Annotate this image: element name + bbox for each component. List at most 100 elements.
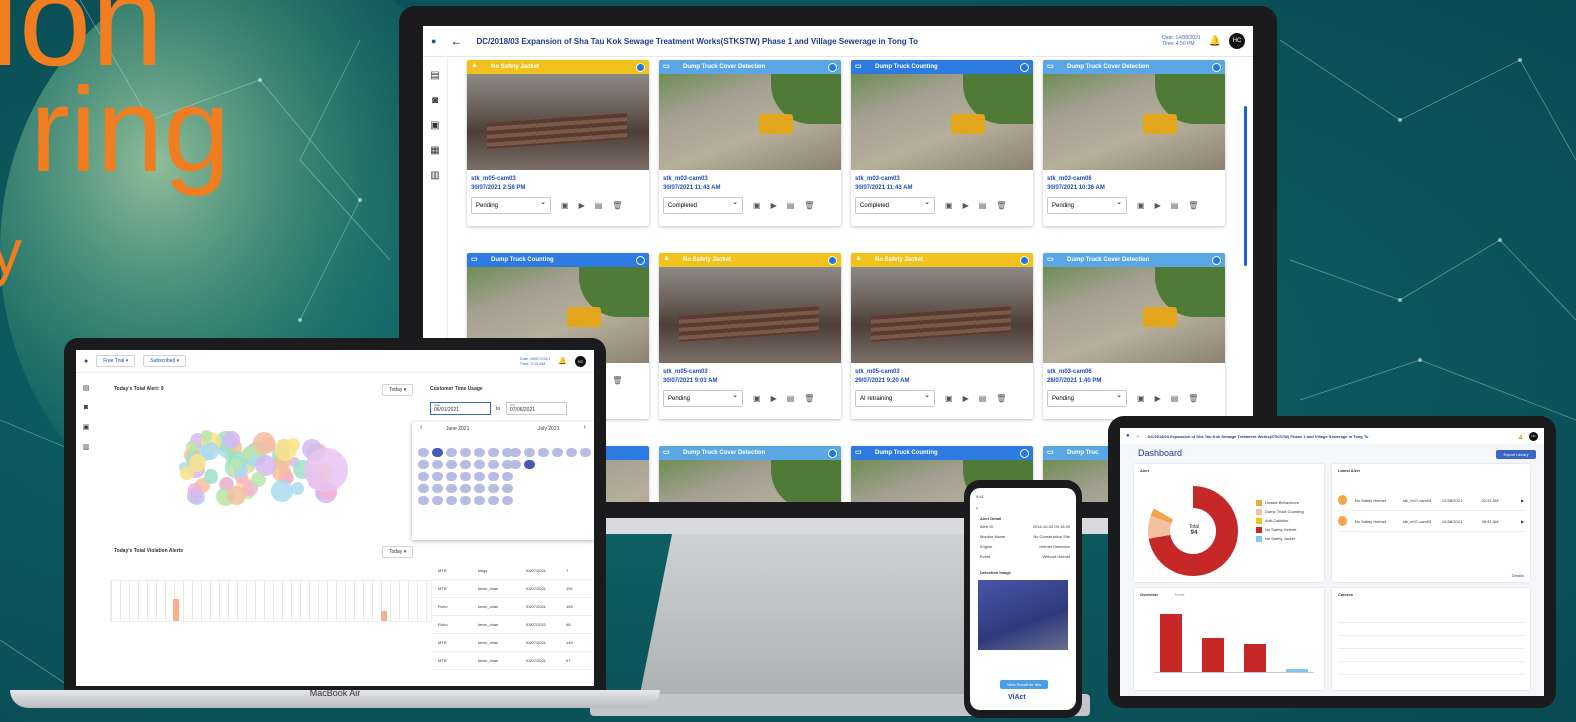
- back-arrow-icon[interactable]: ←: [1136, 433, 1142, 439]
- comment-icon[interactable]: ▤: [787, 201, 795, 210]
- calendar-day[interactable]: [446, 472, 457, 481]
- calendar-day[interactable]: [580, 460, 591, 469]
- date-range-calendar[interactable]: ‹ June 2021 July 2021 ›: [412, 422, 594, 540]
- status-select[interactable]: Pending: [471, 197, 551, 214]
- delete-icon[interactable]: 🗑: [996, 201, 1006, 210]
- calendar-day[interactable]: [524, 496, 535, 505]
- select-radio[interactable]: [1020, 63, 1029, 72]
- table-row[interactable]: Roho kevin_chan 03/07/2021 169: [432, 598, 592, 616]
- select-radio[interactable]: [1020, 449, 1029, 458]
- select-radio[interactable]: [828, 449, 837, 458]
- calendar-day[interactable]: [418, 496, 429, 505]
- chart-icon[interactable]: ▤: [423, 70, 447, 81]
- calendar-day[interactable]: [460, 496, 471, 505]
- overview-tab[interactable]: Overview: [1140, 592, 1158, 597]
- status-select[interactable]: AI retraining: [855, 390, 935, 407]
- table-row[interactable]: Roho kevin_chan 03/07/2021 48: [432, 616, 592, 634]
- bell-icon[interactable]: 🔔: [1209, 36, 1221, 47]
- calendar-day[interactable]: [580, 496, 591, 505]
- calendar-day[interactable]: [488, 496, 499, 505]
- july-days[interactable]: [510, 448, 594, 505]
- bell-icon[interactable]: 🔔: [1518, 434, 1523, 439]
- camera-snapshot[interactable]: [1043, 74, 1225, 170]
- start-date-input[interactable]: Start 06/01/2021: [430, 402, 491, 415]
- latest-alert-row[interactable]: No Safety Helmet stk_m07-cam03 01/08/2021 0…: [1338, 511, 1524, 532]
- camera-row[interactable]: [1338, 623, 1524, 636]
- prev-month-icon[interactable]: ‹: [420, 424, 422, 431]
- calendar-day[interactable]: [552, 460, 563, 469]
- play-icon[interactable]: ▶: [1155, 201, 1161, 210]
- camera-snapshot[interactable]: [1043, 267, 1225, 363]
- select-radio[interactable]: [636, 256, 645, 265]
- subscribed-select[interactable]: Subscribed ▾: [143, 355, 187, 367]
- image-icon[interactable]: ▣: [1137, 201, 1145, 210]
- camera-icon[interactable]: ◙: [423, 95, 447, 106]
- calendar-day[interactable]: [510, 496, 521, 505]
- delete-icon[interactable]: 🗑: [804, 201, 814, 210]
- calendar-day[interactable]: [446, 496, 457, 505]
- status-select[interactable]: Pending: [1047, 197, 1127, 214]
- settings-icon[interactable]: ▣: [76, 423, 96, 431]
- calendar-day[interactable]: [510, 472, 521, 481]
- alert-card[interactable]: ▭ Dump Truck Counting stk_m03-cam03 30/07/2…: [851, 60, 1033, 226]
- calendar-day[interactable]: [432, 460, 443, 469]
- calendar-day[interactable]: [538, 472, 549, 481]
- delete-icon[interactable]: 🗑: [804, 394, 814, 403]
- view-result-button[interactable]: View Result for this: [1000, 680, 1048, 689]
- delete-icon[interactable]: 🗑: [996, 394, 1006, 403]
- calendar-day[interactable]: [460, 448, 471, 457]
- camera-row[interactable]: [1338, 649, 1524, 662]
- calendar-day[interactable]: [580, 484, 591, 493]
- camera-icon[interactable]: ◙: [76, 404, 96, 411]
- comment-icon[interactable]: ▤: [1171, 201, 1179, 210]
- select-radio[interactable]: [828, 63, 837, 72]
- calendar-day[interactable]: [552, 472, 563, 481]
- user-avatar[interactable]: HC: [1529, 431, 1538, 441]
- comment-icon[interactable]: ▤: [979, 201, 987, 210]
- calendar-day[interactable]: [474, 484, 485, 493]
- grid-icon[interactable]: ▦: [423, 145, 447, 156]
- delete-icon[interactable]: 🗑: [612, 376, 622, 385]
- calendar-day[interactable]: [552, 496, 563, 505]
- status-select[interactable]: Pending: [1047, 390, 1127, 407]
- calendar-day[interactable]: [510, 460, 521, 469]
- select-radio[interactable]: [636, 63, 645, 72]
- delete-icon[interactable]: 🗑: [1188, 201, 1198, 210]
- calendar-day[interactable]: [488, 448, 499, 457]
- user-avatar[interactable]: HC: [1229, 33, 1245, 49]
- image-icon[interactable]: ▣: [1137, 394, 1145, 403]
- alert-card[interactable]: ▭ Dump Truck Cover Detection stk_m03-cam06…: [1043, 253, 1225, 419]
- image-icon[interactable]: ▣: [561, 201, 569, 210]
- camera-snapshot[interactable]: [851, 74, 1033, 170]
- select-radio[interactable]: [1212, 63, 1221, 72]
- calendar-day[interactable]: [488, 472, 499, 481]
- comment-icon[interactable]: ▤: [787, 394, 795, 403]
- comment-icon[interactable]: ▤: [595, 201, 603, 210]
- play-icon[interactable]: ▶: [963, 394, 969, 403]
- report-icon[interactable]: ▥: [76, 443, 96, 451]
- calendar-day[interactable]: [474, 496, 485, 505]
- table-row[interactable]: MTR kevin_chan 03/07/2021 192: [432, 580, 592, 598]
- play-icon[interactable]: ▶: [579, 201, 585, 210]
- calendar-day[interactable]: [566, 496, 577, 505]
- play-icon[interactable]: ▶: [963, 201, 969, 210]
- calendar-day[interactable]: [446, 448, 457, 457]
- select-radio[interactable]: [828, 256, 837, 265]
- status-select[interactable]: Completed: [855, 197, 935, 214]
- calendar-day[interactable]: [538, 460, 549, 469]
- camera-snapshot[interactable]: [467, 74, 649, 170]
- calendar-day[interactable]: [552, 484, 563, 493]
- play-icon[interactable]: ▶: [1521, 519, 1524, 524]
- camera-snapshot[interactable]: [851, 267, 1033, 363]
- calendar-day[interactable]: [580, 472, 591, 481]
- bell-icon[interactable]: 🔔: [558, 357, 567, 365]
- layers-icon[interactable]: ▣: [423, 120, 447, 131]
- status-select[interactable]: Completed: [663, 197, 743, 214]
- calendar-day[interactable]: [538, 448, 549, 457]
- calendar-day[interactable]: [446, 484, 457, 493]
- calendar-day[interactable]: [566, 460, 577, 469]
- app-logo-icon[interactable]: ●: [431, 36, 436, 46]
- alert-card[interactable]: ▭ Dump Truck Cover Detection stk_m03-cam06…: [1043, 60, 1225, 226]
- calendar-day[interactable]: [566, 472, 577, 481]
- user-avatar[interactable]: HC: [575, 355, 586, 367]
